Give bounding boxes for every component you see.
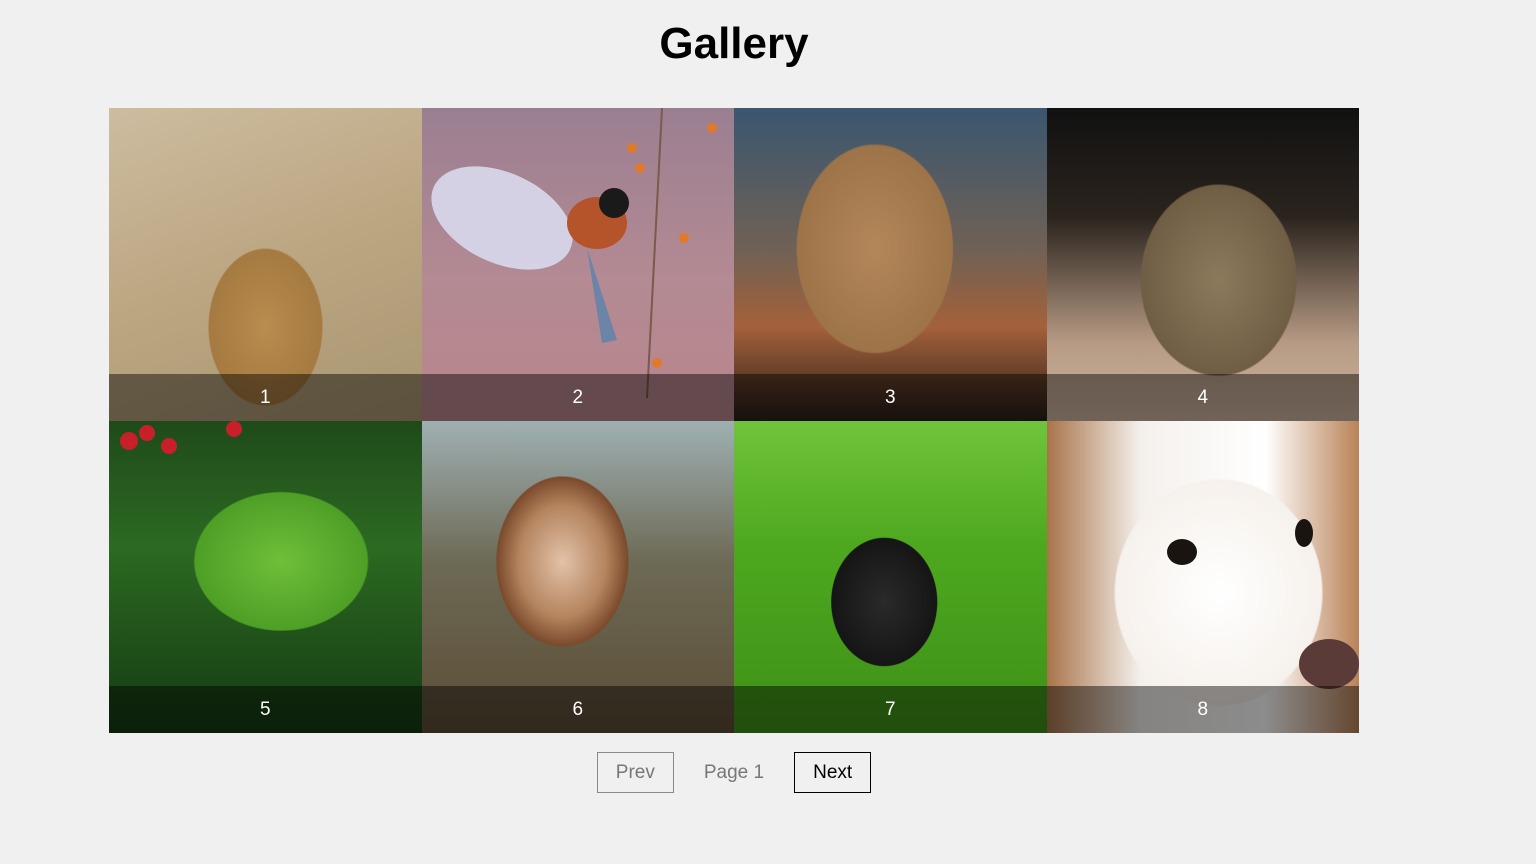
tile-caption: 1 [109, 373, 422, 421]
image-grid: 1 2 3 4 5 6 7 8 [109, 108, 1359, 733]
gallery-tile-2[interactable]: 2 [421, 108, 734, 421]
tile-caption: 2 [421, 373, 734, 421]
gallery-tile-5[interactable]: 5 [109, 420, 422, 733]
pagination: Prev Page 1 Next [0, 752, 1468, 793]
gallery-tile-3[interactable]: 3 [734, 108, 1047, 421]
gallery-page: Gallery 1 2 3 4 5 6 7 8 Prev Page 1 Next [0, 0, 1536, 864]
dog-nose [1298, 638, 1359, 689]
prev-button[interactable]: Prev [596, 752, 674, 793]
dog-eye [1166, 538, 1197, 565]
tile-caption: 6 [421, 686, 734, 733]
dog-eye [1294, 518, 1313, 547]
gallery-tile-7[interactable]: 7 [734, 420, 1047, 733]
page-indicator: Page 1 [703, 761, 765, 783]
tile-caption: 5 [109, 686, 422, 733]
tile-caption: 7 [734, 686, 1047, 733]
gallery-tile-4[interactable]: 4 [1046, 108, 1359, 421]
next-button[interactable]: Next [794, 752, 872, 793]
tile-caption: 4 [1046, 373, 1359, 421]
page-title: Gallery [659, 19, 809, 68]
gallery-tile-1[interactable]: 1 [109, 108, 422, 421]
tile-caption: 8 [1046, 686, 1359, 733]
tile-caption: 3 [734, 373, 1047, 421]
gallery-tile-8[interactable]: 8 [1046, 420, 1359, 733]
gallery-tile-6[interactable]: 6 [421, 420, 734, 733]
